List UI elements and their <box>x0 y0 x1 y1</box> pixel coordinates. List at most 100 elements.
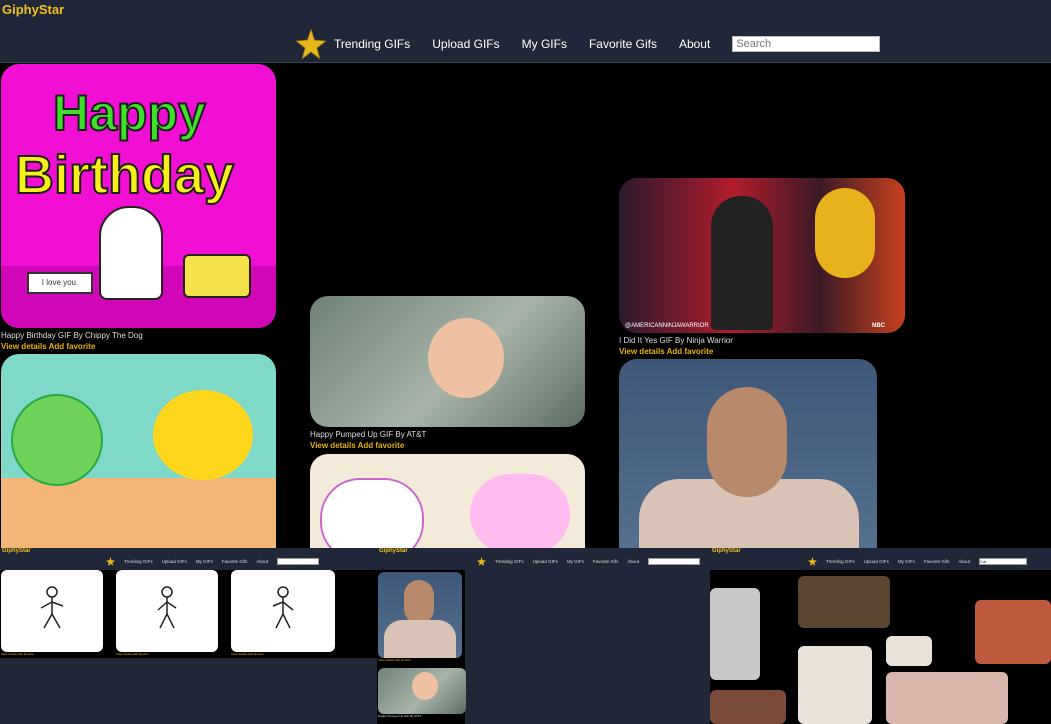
star-logo-icon <box>808 557 817 566</box>
stick-figure-icon <box>40 586 64 629</box>
preview-thumb-cat <box>798 646 872 724</box>
gif-title: Happy Birthday GIF By Chippy The Dog <box>1 331 143 340</box>
preview-nav: GiphyStar Trending GIFs Upload GIFs My G… <box>0 548 377 570</box>
preview-links: View details Add favorite <box>116 652 149 656</box>
preview-thumb-man <box>975 600 1051 664</box>
thumb-art <box>815 188 875 278</box>
preview-thumb-cat <box>710 690 786 724</box>
preview-nav-item: About <box>958 559 971 564</box>
thumb-art <box>470 474 570 548</box>
thumb-art: Birthday <box>14 144 235 206</box>
search-input[interactable] <box>732 36 881 52</box>
thumb-sign-text: I love you. <box>27 272 93 294</box>
gif-card: Happy Pumped Up GIF By AT&T View details… <box>310 296 585 450</box>
preview-card: View details Add favorite <box>378 572 462 662</box>
preview-nav-item: Favorite Gifs <box>592 559 619 564</box>
thumb-art <box>320 478 424 548</box>
preview-nav: GiphyStar Trending GIFs Upload GIFs My G… <box>377 548 710 570</box>
preview-nav-item: Upload GIFs <box>161 559 187 564</box>
thumb-art <box>1 478 276 548</box>
preview-nav-item: Trending GIFs <box>495 559 524 564</box>
preview-card: View details Add favorite <box>1 570 103 656</box>
preview-nav: GiphyStar Trending GIFs Upload GIFs My G… <box>710 548 1051 570</box>
gif-card: @AMERICANNINJAWARRIOR NBC I Did It Yes G… <box>619 178 905 356</box>
gif-thumbnail-ninja-warrior[interactable]: @AMERICANNINJAWARRIOR NBC <box>619 178 905 333</box>
view-details-link[interactable]: View details <box>619 347 665 356</box>
preview-nav-item: Favorite Gifs <box>221 559 248 564</box>
preview-nav-item: My GIFs <box>195 559 213 564</box>
preview-thumb-cat <box>710 588 760 680</box>
stick-figure-thumb <box>116 570 218 652</box>
preview-search-value: Cat <box>979 558 1028 565</box>
gif-thumbnail-heart-hands[interactable] <box>619 359 877 548</box>
preview-links: View details Add favorite <box>231 652 264 656</box>
view-details-link[interactable]: View details <box>1 342 47 351</box>
preview-search <box>648 558 701 565</box>
thumb-art: Happy <box>52 84 207 142</box>
preview-links: View details Add favorite <box>1 652 34 656</box>
preview-nav-item: Trending GIFs <box>826 559 855 564</box>
preview-panel-favorites[interactable]: GiphyStar Trending GIFs Upload GIFs My G… <box>377 548 710 724</box>
add-favorite-link[interactable]: Add favorite <box>358 441 405 450</box>
preview-thumb-cat <box>886 636 932 666</box>
thumb-art <box>707 387 787 497</box>
star-logo-icon[interactable] <box>296 29 326 59</box>
preview-nav-item: Upload GIFs <box>532 559 558 564</box>
preview-thumb-cat <box>798 576 890 628</box>
thumb-art <box>11 394 103 486</box>
preview-links: View details Add favorite <box>378 658 411 662</box>
preview-nav-item: Upload GIFs <box>863 559 889 564</box>
preview-thumb-hand <box>886 672 1008 724</box>
preview-nav-items: Trending GIFs Upload GIFs My GIFs Favori… <box>808 557 1028 566</box>
gif-thumbnail-happy-birthday[interactable]: Happy Birthday I love you. <box>1 64 276 328</box>
preview-panel-search-cat[interactable]: GiphyStar Trending GIFs Upload GIFs My G… <box>710 548 1051 724</box>
stick-figure-thumb <box>231 570 335 652</box>
add-favorite-link[interactable]: Add favorite <box>667 347 714 356</box>
stick-figure-icon <box>157 586 177 629</box>
brand-logo[interactable]: GiphyStar <box>2 2 64 17</box>
gif-actions: View details Add favorite <box>1 342 276 351</box>
gif-actions: View details Add favorite <box>619 347 905 356</box>
gif-card <box>310 454 585 548</box>
preview-nav-item: Favorite Gifs <box>923 559 950 564</box>
preview-card: View details Add favorite <box>116 570 218 656</box>
gif-title: I Did It Yes GIF By Ninja Warrior <box>619 336 733 345</box>
thumb-art <box>99 206 163 300</box>
preview-thumb-heart-hands <box>378 572 462 658</box>
preview-nav-items: Trending GIFs Upload GIFs My GIFs Favori… <box>477 557 701 566</box>
preview-search <box>277 558 320 565</box>
nav-upload-gifs[interactable]: Upload GIFs <box>432 37 499 51</box>
preview-brand: GiphyStar <box>379 548 408 554</box>
preview-title: Happy Pumped Up GIF By AT&T <box>378 714 422 718</box>
nav-trending-gifs[interactable]: Trending GIFs <box>334 37 410 51</box>
add-favorite-link[interactable]: Add favorite <box>49 342 96 351</box>
preview-nav-item: Trending GIFs <box>124 559 153 564</box>
gif-card <box>619 359 877 548</box>
nav-my-gifs[interactable]: My GIFs <box>522 37 567 51</box>
nav-about[interactable]: About <box>679 37 710 51</box>
thumb-art <box>428 318 504 398</box>
main-nav: Trending GIFs Upload GIFs My GIFs Favori… <box>296 28 881 60</box>
preview-nav-item: About <box>627 559 640 564</box>
thumb-watermark: @AMERICANNINJAWARRIOR <box>625 323 709 329</box>
star-logo-icon <box>106 557 115 566</box>
gif-thumbnail-pumped-up[interactable] <box>310 296 585 427</box>
view-details-link[interactable]: View details <box>310 441 356 450</box>
gif-thumbnail-painting[interactable] <box>310 454 585 548</box>
thumb-art <box>153 390 253 480</box>
preview-brand: GiphyStar <box>2 548 31 554</box>
preview-thumb-pumped-up <box>378 668 466 714</box>
preview-panel-my-gifs[interactable]: GiphyStar Trending GIFs Upload GIFs My G… <box>0 548 377 724</box>
stick-figure-thumb <box>1 570 103 652</box>
preview-nav-item: My GIFs <box>566 559 584 564</box>
gif-card: Happy Birthday I love you. Happy Birthda… <box>1 64 276 351</box>
top-nav-bar: GiphyStar Trending GIFs Upload GIFs My G… <box>0 0 1051 63</box>
thumb-art <box>711 196 773 330</box>
gif-thumbnail-cartoon[interactable] <box>1 354 276 548</box>
preview-card: Happy Pumped Up GIF By AT&T <box>378 668 466 718</box>
preview-brand: GiphyStar <box>712 548 741 554</box>
gif-card <box>1 354 276 548</box>
network-logo: NBC <box>872 323 885 329</box>
gif-title: Happy Pumped Up GIF By AT&T <box>310 430 427 439</box>
nav-favorite-gifs[interactable]: Favorite Gifs <box>589 37 657 51</box>
